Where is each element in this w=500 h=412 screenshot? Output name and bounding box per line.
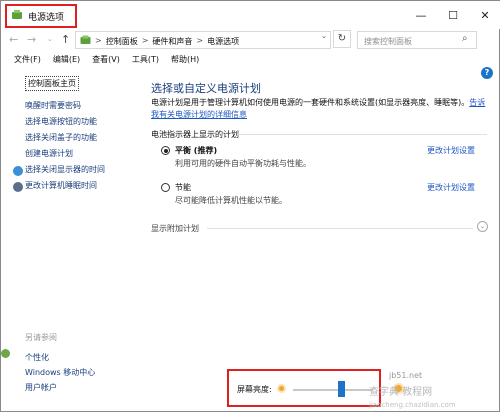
task-link[interactable]: 创建电源计划 [25, 146, 105, 162]
watermark: jb51.net 查字典 教程网 jiaocheng.chazidian.com [363, 371, 500, 412]
brightness-label: 屏幕亮度: [237, 385, 272, 394]
expand-chevron-icon[interactable]: ⌄ [477, 221, 488, 232]
intro-body: 电源计划是用于管理计算机如何使用电源的一套硬件和系统设置(如显示器亮度、睡眠等)… [151, 98, 470, 107]
watermark-site-name: 查字典 教程网 [369, 387, 433, 398]
see-also-link[interactable]: 用户帐户 [25, 380, 95, 395]
change-plan-settings-link[interactable]: 更改计划设置 [427, 182, 475, 193]
menu-bar: 文件(F) 编辑(E) 查看(V) 工具(T) 帮助(H) [1, 51, 500, 67]
address-dropdown-icon[interactable]: ⌄ [321, 32, 327, 40]
menu-help[interactable]: 帮助(H) [171, 54, 199, 65]
task-link[interactable]: 选择关闭盖子的功能 [25, 130, 105, 146]
plan-description: 尽可能降低计算机性能以节能。 [175, 196, 287, 205]
menu-file[interactable]: 文件(F) [14, 54, 41, 65]
power-options-icon [12, 10, 22, 19]
breadcrumb: > 控制面板 > 硬件和声音 > 电源选项 [95, 36, 239, 47]
plan-radio[interactable] [161, 183, 170, 192]
forward-arrow-icon[interactable]: → [27, 33, 36, 46]
dim-sun-icon [277, 384, 286, 393]
search-icon[interactable]: ⌕ [462, 33, 468, 44]
breadcrumb-hardware-sound[interactable]: 硬件和声音 [152, 36, 192, 47]
section-label: 电池指示器上显示的计划 [151, 130, 239, 139]
watermark-url: jiaocheng.chazidian.com [369, 401, 456, 409]
task-list: 唤醒时需要密码 选择电源按钮的功能 选择关闭盖子的功能 创建电源计划 选择关闭显… [25, 98, 105, 194]
search-input[interactable]: 搜索控制面板 [357, 31, 477, 49]
task-link[interactable]: 选择电源按钮的功能 [25, 114, 105, 130]
breadcrumb-separator: > [95, 36, 102, 45]
sleep-icon [13, 182, 23, 192]
breadcrumb-separator: > [141, 36, 149, 45]
pin-icon [1, 349, 10, 358]
page-title: 选择或自定义电源计划 [151, 82, 261, 95]
refresh-button[interactable]: ↻ [333, 30, 351, 48]
close-button[interactable]: ✕ [469, 1, 500, 29]
menu-tools[interactable]: 工具(T) [132, 54, 159, 65]
watermark-domain: jb51.net [389, 371, 423, 380]
recent-locations-icon[interactable]: ⌄ [47, 35, 53, 43]
plan-radio[interactable] [161, 146, 170, 155]
window-title: 电源选项 [28, 13, 65, 23]
change-plan-settings-link[interactable]: 更改计划设置 [427, 145, 475, 156]
show-additional-plans[interactable]: 显示附加计划 [151, 223, 199, 234]
back-arrow-icon[interactable]: ← [9, 33, 18, 46]
see-also-link[interactable]: 个性化 [25, 350, 95, 365]
brightness-slider[interactable] [293, 389, 373, 391]
section-divider [237, 134, 487, 135]
control-panel-home-link[interactable]: 控制面板主页 [25, 76, 79, 91]
main-panel: 选择或自定义电源计划 电源计划是用于管理计算机如何使用电源的一套硬件和系统设置(… [151, 67, 491, 367]
see-also-link[interactable]: Windows 移动中心 [25, 365, 95, 380]
see-also-list: 个性化 Windows 移动中心 用户帐户 [25, 350, 95, 395]
additional-plans-divider [207, 228, 473, 229]
breadcrumb-control-panel[interactable]: 控制面板 [106, 36, 138, 47]
title-bar: 电源选项 — ☐ ✕ [1, 1, 500, 29]
sidebar: 控制面板主页 唤醒时需要密码 选择电源按钮的功能 选择关闭盖子的功能 创建电源计… [1, 67, 141, 412]
breadcrumb-power-options[interactable]: 电源选项 [207, 36, 239, 47]
up-arrow-icon[interactable]: ↑ [61, 33, 70, 46]
see-also-heading: 另请参阅 [25, 333, 57, 342]
address-field[interactable]: > 控制面板 > 硬件和声音 > 电源选项 [75, 31, 331, 49]
task-link[interactable]: 更改计算机睡眠时间 [25, 178, 105, 194]
plan-description: 利用可用的硬件自动平衡功耗与性能。 [175, 159, 311, 168]
power-options-window: 电源选项 — ☐ ✕ ← → ⌄ ↑ > 控制面板 > 硬件和声音 > 电源选项… [0, 0, 500, 412]
plan-name: 平衡 (推荐) [175, 146, 218, 155]
intro-text: 电源计划是用于管理计算机如何使用电源的一套硬件和系统设置(如显示器亮度、睡眠等)… [151, 97, 487, 121]
plan-name: 节能 [175, 183, 191, 192]
maximize-button[interactable]: ☐ [437, 1, 469, 29]
task-link[interactable]: 选择关闭显示器的时间 [25, 162, 105, 178]
brightness-slider-thumb[interactable] [338, 381, 345, 397]
display-icon [13, 166, 23, 176]
breadcrumb-separator: > [196, 36, 204, 45]
menu-view[interactable]: 查看(V) [92, 54, 120, 65]
menu-edit[interactable]: 编辑(E) [53, 54, 80, 65]
control-panel-icon [80, 35, 91, 44]
task-link[interactable]: 唤醒时需要密码 [25, 98, 105, 114]
minimize-button[interactable]: — [405, 1, 437, 29]
